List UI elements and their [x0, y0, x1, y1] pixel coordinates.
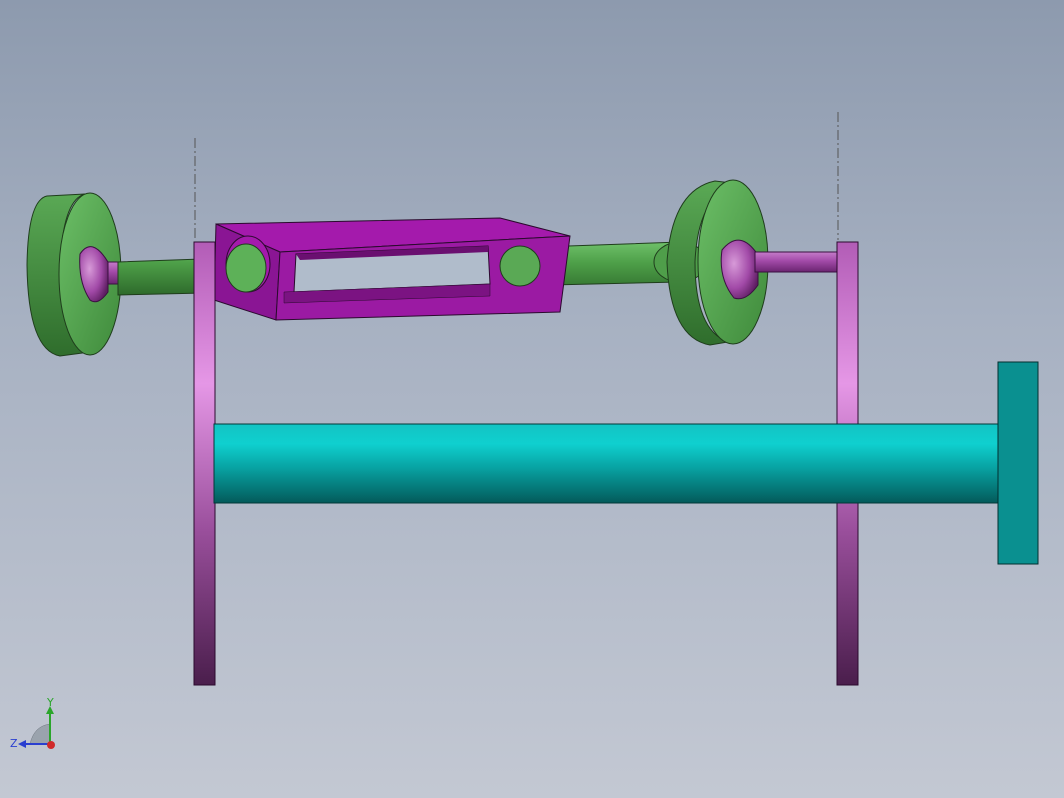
z-axis-label: Z — [10, 737, 18, 750]
lower-cylinder[interactable] — [213, 423, 1001, 504]
pin-right[interactable] — [754, 251, 840, 273]
y-axis-label: Y — [46, 698, 54, 709]
wheel-right[interactable] — [666, 179, 769, 346]
graphics-viewport[interactable]: Y Z — [0, 0, 1064, 798]
wheel-left[interactable] — [26, 192, 122, 357]
x-axis-icon — [47, 741, 55, 749]
side-plate-left[interactable] — [193, 241, 216, 686]
connecting-link-frame[interactable] — [213, 217, 571, 321]
model-scene[interactable] — [0, 0, 1064, 798]
orientation-triad[interactable]: Y Z — [8, 698, 64, 758]
z-arrow-icon — [18, 740, 26, 748]
triad-plane-icon — [29, 723, 51, 745]
end-block[interactable] — [997, 361, 1039, 565]
